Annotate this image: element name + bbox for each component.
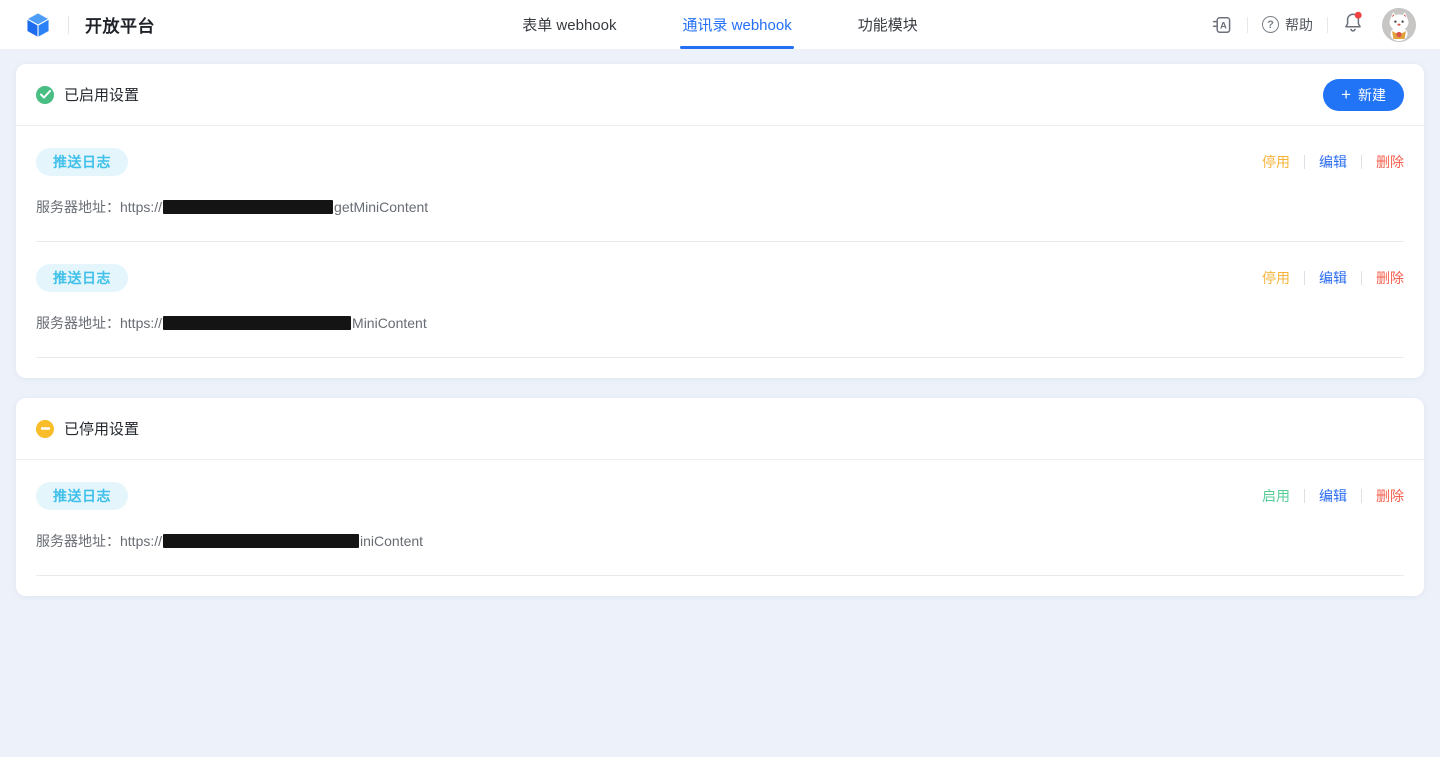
- webhook-item-header: 推送日志 停用 编辑 删除: [36, 148, 1404, 176]
- server-address-label: 服务器地址：: [36, 197, 120, 217]
- delete-link[interactable]: 删除: [1376, 268, 1404, 288]
- section-title: 已启用设置: [64, 84, 139, 105]
- server-address-suffix: MiniContent: [352, 315, 427, 331]
- webhook-item: 推送日志 停用 编辑 删除 服务器地址： https:// MiniConten…: [16, 242, 1424, 358]
- tab-function-modules[interactable]: 功能模块: [856, 0, 920, 49]
- webhook-item-header: 推送日志 启用 编辑 删除: [36, 482, 1404, 510]
- action-separator: [1361, 489, 1362, 503]
- minus-circle-icon: [36, 420, 54, 438]
- server-address: 服务器地址： https:// getMiniContent: [36, 197, 1404, 217]
- edit-link[interactable]: 编辑: [1319, 152, 1347, 172]
- server-address: 服务器地址： https:// MiniContent: [36, 313, 1404, 333]
- webhook-item: 推送日志 停用 编辑 删除 服务器地址： https:// getMiniCon…: [16, 126, 1424, 242]
- lucky-cat-avatar-image: [1382, 8, 1416, 42]
- header-left: 开放平台: [24, 11, 155, 39]
- redacted-url-segment: [163, 316, 351, 330]
- webhook-item-header: 推送日志 停用 编辑 删除: [36, 264, 1404, 292]
- bell-icon: [1342, 10, 1364, 34]
- server-address-prefix: https://: [120, 533, 162, 549]
- help-label: 帮助: [1285, 15, 1313, 35]
- check-circle-icon: [36, 86, 54, 104]
- item-divider: [36, 357, 1404, 358]
- enable-link[interactable]: 启用: [1262, 486, 1290, 506]
- header-right: A ? 帮助: [1211, 8, 1416, 42]
- tab-contacts-webhook[interactable]: 通讯录 webhook: [680, 0, 793, 49]
- action-separator: [1304, 271, 1305, 285]
- redacted-url-segment: [163, 200, 333, 214]
- delete-link[interactable]: 删除: [1376, 486, 1404, 506]
- edit-link[interactable]: 编辑: [1319, 268, 1347, 288]
- delete-link[interactable]: 删除: [1376, 152, 1404, 172]
- create-new-button[interactable]: + 新建: [1323, 79, 1404, 111]
- webhook-item: 推送日志 启用 编辑 删除 服务器地址： https:// iniContent: [16, 460, 1424, 576]
- push-log-button[interactable]: 推送日志: [36, 264, 128, 292]
- tab-form-webhook[interactable]: 表单 webhook: [520, 0, 618, 49]
- edit-link[interactable]: 编辑: [1319, 486, 1347, 506]
- unread-dot: [1355, 12, 1362, 19]
- plus-icon: +: [1341, 86, 1351, 103]
- user-avatar[interactable]: [1382, 8, 1416, 42]
- action-separator: [1361, 155, 1362, 169]
- page-title: 开放平台: [85, 12, 155, 37]
- disable-link[interactable]: 停用: [1262, 152, 1290, 172]
- push-log-button[interactable]: 推送日志: [36, 482, 128, 510]
- notification-bell-button[interactable]: [1342, 10, 1364, 39]
- server-address-label: 服务器地址：: [36, 313, 120, 333]
- item-actions: 启用 编辑 删除: [1262, 486, 1404, 506]
- enabled-settings-card: 已启用设置 + 新建 推送日志 停用 编辑 删除 服务器地址：: [16, 64, 1424, 378]
- server-address-suffix: iniContent: [360, 533, 423, 549]
- content-area: 已启用设置 + 新建 推送日志 停用 编辑 删除 服务器地址：: [0, 50, 1440, 596]
- cube-logo-icon: [24, 11, 52, 39]
- item-divider: [36, 575, 1404, 576]
- enabled-settings-header: 已启用设置 + 新建: [16, 64, 1424, 126]
- svg-text:A: A: [1220, 20, 1227, 31]
- disabled-settings-card: 已停用设置 推送日志 启用 编辑 删除 服务器地址： https:// iniC…: [16, 398, 1424, 596]
- header-divider: [68, 16, 69, 34]
- section-title-group: 已停用设置: [36, 418, 139, 439]
- push-log-button[interactable]: 推送日志: [36, 148, 128, 176]
- action-separator: [1304, 155, 1305, 169]
- redacted-url-segment: [163, 534, 359, 548]
- server-address: 服务器地址： https:// iniContent: [36, 531, 1404, 551]
- help-button[interactable]: ? 帮助: [1262, 15, 1313, 35]
- server-address-prefix: https://: [120, 315, 162, 331]
- action-separator: [1361, 271, 1362, 285]
- action-separator: [1304, 489, 1305, 503]
- header-divider: [1247, 17, 1248, 33]
- disable-link[interactable]: 停用: [1262, 268, 1290, 288]
- section-title: 已停用设置: [64, 418, 139, 439]
- server-address-label: 服务器地址：: [36, 531, 120, 551]
- server-address-suffix: getMiniContent: [334, 199, 428, 215]
- section-title-group: 已启用设置: [36, 84, 139, 105]
- item-actions: 停用 编辑 删除: [1262, 152, 1404, 172]
- create-new-label: 新建: [1358, 85, 1386, 105]
- header-divider: [1327, 17, 1328, 33]
- item-actions: 停用 编辑 删除: [1262, 268, 1404, 288]
- translate-language-icon[interactable]: A: [1211, 14, 1233, 36]
- server-address-prefix: https://: [120, 199, 162, 215]
- top-navigation-bar: 开放平台 表单 webhook 通讯录 webhook 功能模块 A ? 帮助: [0, 0, 1440, 50]
- app-logo[interactable]: [24, 11, 52, 39]
- question-mark-icon: ?: [1262, 16, 1279, 33]
- disabled-settings-header: 已停用设置: [16, 398, 1424, 460]
